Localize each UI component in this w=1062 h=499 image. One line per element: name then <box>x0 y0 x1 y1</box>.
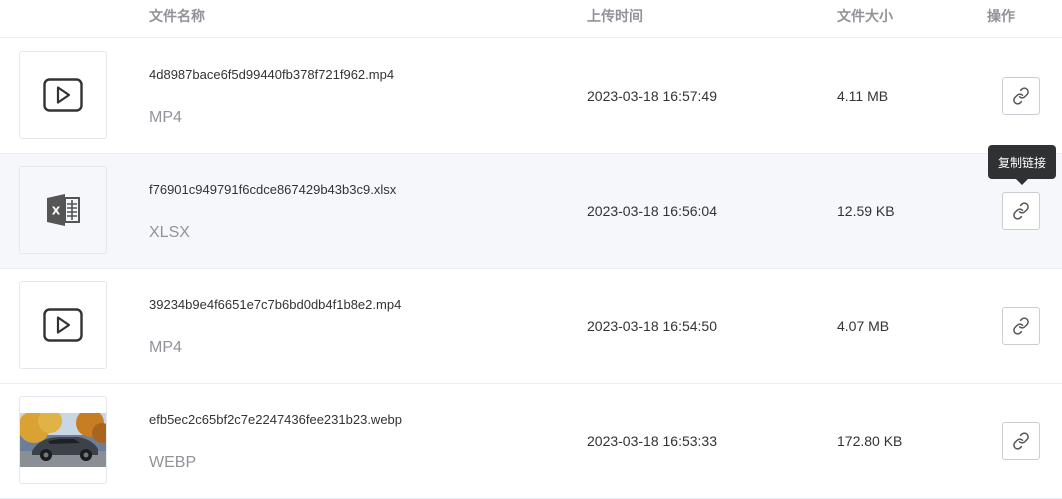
file-name: 4d8987bace6f5d99440fb378f721f962.mp4 <box>149 67 395 82</box>
file-size: 4.07 MB <box>837 318 890 334</box>
file-thumbnail[interactable] <box>19 51 107 139</box>
file-table: 文件名称 上传时间 文件大小 操作 4d8987bace6f5d99440fb3… <box>0 0 1062 499</box>
upload-time: 2023-03-18 16:53:33 <box>587 433 717 449</box>
file-type: MP4 <box>149 339 182 356</box>
file-thumbnail[interactable]: X <box>19 166 107 254</box>
file-size: 172.80 KB <box>837 433 903 449</box>
copy-link-tooltip: 复制链接 <box>988 145 1056 185</box>
file-name: f76901c949791f6cdce867429b43b3c9.xlsx <box>149 182 397 197</box>
link-icon <box>1013 432 1029 450</box>
link-icon <box>1013 202 1029 220</box>
file-type: XLSX <box>149 224 190 241</box>
upload-time: 2023-03-18 16:56:04 <box>587 203 717 219</box>
file-type: WEBP <box>149 454 197 471</box>
table-row[interactable]: 39234b9e4f6651e7c7b6bd0db4f1b8e2.mp4 MP4… <box>0 269 1062 384</box>
file-thumbnail[interactable] <box>19 396 107 484</box>
video-play-icon <box>43 78 83 112</box>
file-name: efb5ec2c65bf2c7e2247436fee231b23.webp <box>149 412 403 427</box>
table-row[interactable]: efb5ec2c65bf2c7e2247436fee231b23.webp WE… <box>0 384 1062 499</box>
file-type: MP4 <box>149 109 182 126</box>
svg-text:X: X <box>52 205 61 218</box>
file-thumbnail[interactable] <box>19 281 107 369</box>
link-icon <box>1013 317 1029 335</box>
copy-link-button[interactable] <box>1002 77 1040 115</box>
column-header-size[interactable]: 文件大小 <box>837 6 893 26</box>
file-size: 12.59 KB <box>837 203 895 219</box>
table-row[interactable]: X f76901c949791f6cdce867429b43b3c9.xlsx … <box>0 154 1062 269</box>
excel-icon: X <box>47 194 80 226</box>
video-play-icon <box>43 308 83 342</box>
table-header: 文件名称 上传时间 文件大小 操作 <box>0 0 1062 38</box>
column-header-name[interactable]: 文件名称 <box>149 6 205 26</box>
image-thumbnail <box>20 413 106 467</box>
upload-time: 2023-03-18 16:54:50 <box>587 318 717 334</box>
file-name: 39234b9e4f6651e7c7b6bd0db4f1b8e2.mp4 <box>149 297 402 312</box>
column-header-op: 操作 <box>987 8 1015 24</box>
table-row[interactable]: 4d8987bace6f5d99440fb378f721f962.mp4 MP4… <box>0 39 1062 154</box>
link-icon <box>1013 87 1029 105</box>
copy-link-button[interactable] <box>1002 192 1040 230</box>
copy-link-button[interactable] <box>1002 422 1040 460</box>
copy-link-button[interactable] <box>1002 307 1040 345</box>
column-header-time[interactable]: 上传时间 <box>587 6 643 26</box>
upload-time: 2023-03-18 16:57:49 <box>587 88 717 104</box>
file-size: 4.11 MB <box>837 88 889 104</box>
